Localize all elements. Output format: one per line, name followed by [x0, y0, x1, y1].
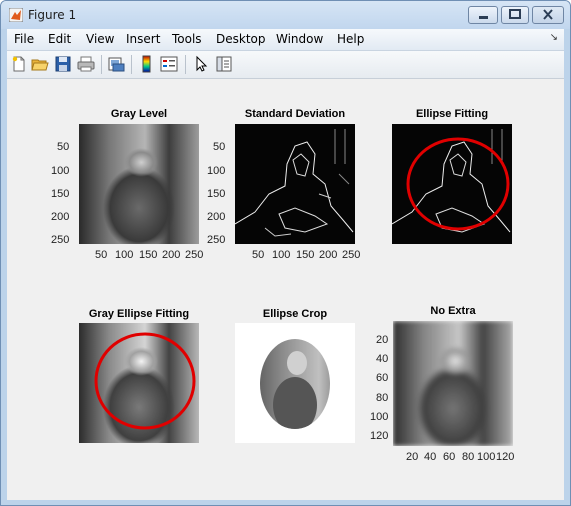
- fitted-ellipse: [94, 332, 196, 430]
- insert-legend-icon[interactable]: [160, 55, 178, 73]
- plot-title-standard-deviation: Standard Deviation: [244, 108, 346, 120]
- xtick: 80: [462, 451, 475, 463]
- xtick: 120: [496, 451, 515, 463]
- xtick: 100: [272, 249, 291, 261]
- ytick: 40: [376, 353, 389, 365]
- menu-view[interactable]: View: [86, 32, 114, 46]
- ytick: 200: [51, 211, 70, 223]
- print-icon[interactable]: [77, 55, 95, 73]
- gray-level-image: [79, 124, 199, 244]
- menu-tools[interactable]: Tools: [172, 32, 202, 46]
- toolbar-separator: [131, 55, 132, 74]
- plot-title-gray-ellipse-fitting: Gray Ellipse Fitting: [88, 308, 190, 320]
- ytick: 20: [376, 334, 389, 346]
- figure-toolbar: [7, 51, 564, 79]
- plot-title-ellipse-fitting: Ellipse Fitting: [415, 108, 489, 120]
- plot-title-gray-level: Gray Level: [110, 108, 168, 120]
- menu-window[interactable]: Window: [276, 32, 323, 46]
- plot-title-ellipse-crop: Ellipse Crop: [262, 308, 328, 320]
- show-plot-tools-icon[interactable]: [215, 55, 233, 73]
- print-preview-icon[interactable]: [107, 55, 125, 73]
- fitted-ellipse: [406, 137, 510, 231]
- menu-file[interactable]: File: [14, 32, 34, 46]
- xtick: 20: [406, 451, 419, 463]
- ellipse-crop-image: [235, 323, 355, 443]
- xtick: 100: [477, 451, 496, 463]
- xtick: 150: [296, 249, 315, 261]
- minimize-button[interactable]: [468, 6, 498, 24]
- gray-ellipse-fitting-image: [79, 323, 199, 443]
- ytick: 100: [51, 165, 70, 177]
- ytick: 150: [51, 188, 70, 200]
- menu-bar: File Edit View Insert Tools Desktop Wind…: [7, 29, 564, 51]
- xtick: 200: [319, 249, 338, 261]
- ytick: 50: [57, 141, 70, 153]
- xtick: 150: [139, 249, 158, 261]
- ytick: 60: [376, 372, 389, 384]
- xtick: 250: [342, 249, 361, 261]
- ytick: 100: [207, 165, 226, 177]
- no-extra-image: [393, 321, 513, 446]
- ytick: 150: [207, 188, 226, 200]
- xtick: 60: [443, 451, 456, 463]
- ytick: 80: [376, 392, 389, 404]
- ellipse-fitting-image: [392, 124, 512, 244]
- new-figure-icon[interactable]: [10, 55, 28, 73]
- xtick: 50: [252, 249, 265, 261]
- menu-desktop[interactable]: Desktop: [216, 32, 266, 46]
- maximize-icon: [509, 9, 521, 19]
- xtick: 100: [115, 249, 134, 261]
- close-icon: [543, 9, 553, 20]
- ytick: 100: [370, 411, 389, 423]
- xtick: 200: [162, 249, 181, 261]
- ytick: 250: [207, 234, 226, 246]
- insert-colorbar-icon[interactable]: [138, 55, 156, 73]
- matlab-icon: [9, 8, 23, 22]
- figure-window: Figure 1 File Edit View Insert Tools Des…: [0, 0, 571, 506]
- ytick: 250: [51, 234, 70, 246]
- title-bar[interactable]: Figure 1: [1, 1, 570, 29]
- save-icon[interactable]: [54, 55, 72, 73]
- menu-dock-arrow-icon[interactable]: ↘: [550, 32, 558, 43]
- open-file-icon[interactable]: [31, 55, 49, 73]
- xtick: 40: [424, 451, 437, 463]
- ytick: 120: [370, 430, 389, 442]
- toolbar-separator: [101, 55, 102, 74]
- standard-deviation-image: [235, 124, 355, 244]
- xtick: 50: [95, 249, 108, 261]
- maximize-button[interactable]: [501, 6, 529, 24]
- ytick: 200: [207, 211, 226, 223]
- plot-title-no-extra: No Extra: [430, 305, 476, 317]
- xtick: 250: [185, 249, 204, 261]
- edit-plot-arrow-icon[interactable]: [192, 55, 210, 73]
- menu-insert[interactable]: Insert: [126, 32, 160, 46]
- menu-help[interactable]: Help: [337, 32, 364, 46]
- minimize-icon: [479, 16, 488, 19]
- figure-canvas: Gray Level 50 100 150 200 250 50 100 150…: [7, 79, 564, 500]
- close-button[interactable]: [532, 6, 564, 24]
- ytick: 50: [213, 141, 226, 153]
- window-title: Figure 1: [28, 8, 77, 22]
- menu-edit[interactable]: Edit: [48, 32, 71, 46]
- toolbar-separator: [185, 55, 186, 74]
